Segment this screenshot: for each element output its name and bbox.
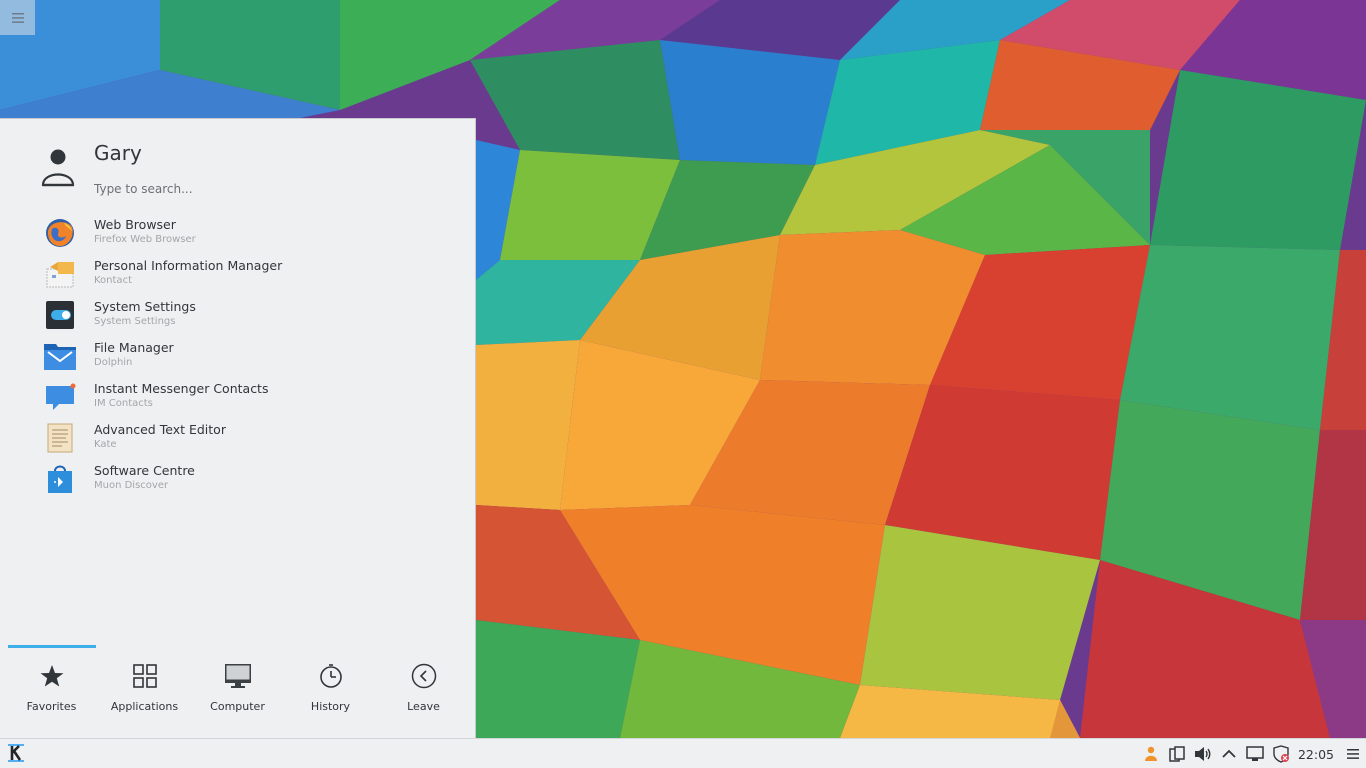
tab-computer[interactable]: Computer xyxy=(191,649,284,729)
hamburger-menu-icon xyxy=(11,12,24,23)
launcher-header: Gary xyxy=(0,119,476,209)
tab-label: Computer xyxy=(210,700,265,713)
favorite-name: File Manager xyxy=(94,340,174,355)
grid-icon xyxy=(133,664,157,688)
favorite-subtitle: System Settings xyxy=(94,316,176,327)
devices-icon[interactable] xyxy=(1164,739,1190,768)
tab-label: History xyxy=(310,700,351,713)
favorite-name: Web Browser xyxy=(94,217,176,232)
star-icon xyxy=(40,665,64,687)
system-tray: 22:05 xyxy=(1138,739,1366,768)
volume-icon[interactable] xyxy=(1190,739,1216,768)
favorite-advanced-text-editor[interactable]: Advanced Text Editor Kate xyxy=(0,418,476,459)
favorite-name: Instant Messenger Contacts xyxy=(94,381,269,396)
favorite-name: System Settings xyxy=(94,299,196,314)
favorite-name: Software Centre xyxy=(94,463,195,478)
im-contacts-icon xyxy=(46,383,76,410)
desktop-toolbox-button[interactable] xyxy=(0,0,35,35)
display-icon[interactable] xyxy=(1242,739,1268,768)
tab-history[interactable]: History xyxy=(284,649,377,729)
user-name: Gary xyxy=(94,141,142,165)
favorite-subtitle: Firefox Web Browser xyxy=(94,234,196,245)
favorite-name: Personal Information Manager xyxy=(94,258,283,273)
favorite-system-settings[interactable]: System Settings System Settings xyxy=(0,295,476,336)
tab-applications[interactable]: Applications xyxy=(98,649,191,729)
tab-favorites[interactable]: Favorites xyxy=(5,649,98,729)
favorite-subtitle: Kontact xyxy=(94,275,132,286)
expand-tray-icon[interactable] xyxy=(1216,739,1242,768)
favorite-subtitle: Muon Discover xyxy=(94,480,169,491)
favorites-list: Web Browser Firefox Web Browser Personal… xyxy=(0,213,476,500)
updates-icon[interactable] xyxy=(1268,739,1294,768)
favorite-subtitle: Kate xyxy=(94,439,117,450)
leave-icon xyxy=(411,663,437,689)
kontact-icon xyxy=(46,262,74,288)
user-avatar-icon xyxy=(41,149,75,187)
active-tab-indicator xyxy=(8,645,96,648)
favorite-software-centre[interactable]: Software Centre Muon Discover xyxy=(0,459,476,500)
favorite-web-browser[interactable]: Web Browser Firefox Web Browser xyxy=(0,213,476,254)
tab-label: Favorites xyxy=(26,700,77,713)
history-icon xyxy=(320,664,342,688)
firefox-icon xyxy=(46,219,74,247)
launcher-tabbar: Favorites Applications Computer History … xyxy=(5,649,471,729)
favorite-subtitle: Dolphin xyxy=(94,357,133,368)
tab-label: Leave xyxy=(407,700,440,713)
bottom-panel: 22:05 xyxy=(0,738,1366,768)
tab-leave[interactable]: Leave xyxy=(377,649,470,729)
system-settings-icon xyxy=(46,301,74,329)
favorite-subtitle: IM Contacts xyxy=(94,398,153,409)
panel-menu-icon[interactable] xyxy=(1340,739,1366,768)
application-launcher: Gary Web Browser Firefox Web Browser Per… xyxy=(0,118,476,738)
favorite-personal-information-manager[interactable]: Personal Information Manager Kontact xyxy=(0,254,476,295)
kde-launcher-button[interactable] xyxy=(4,741,28,765)
kate-icon xyxy=(47,423,73,453)
tab-label: Applications xyxy=(110,700,179,713)
favorite-instant-messenger-contacts[interactable]: Instant Messenger Contacts IM Contacts xyxy=(0,377,476,418)
monitor-icon xyxy=(225,664,251,688)
clock[interactable]: 22:05 xyxy=(1294,747,1340,762)
favorite-file-manager[interactable]: File Manager Dolphin xyxy=(0,336,476,377)
user-switcher-icon[interactable] xyxy=(1138,739,1164,768)
dolphin-icon xyxy=(44,344,76,370)
search-input[interactable] xyxy=(94,179,434,199)
favorite-name: Advanced Text Editor xyxy=(94,422,226,437)
muon-discover-icon xyxy=(48,465,72,493)
